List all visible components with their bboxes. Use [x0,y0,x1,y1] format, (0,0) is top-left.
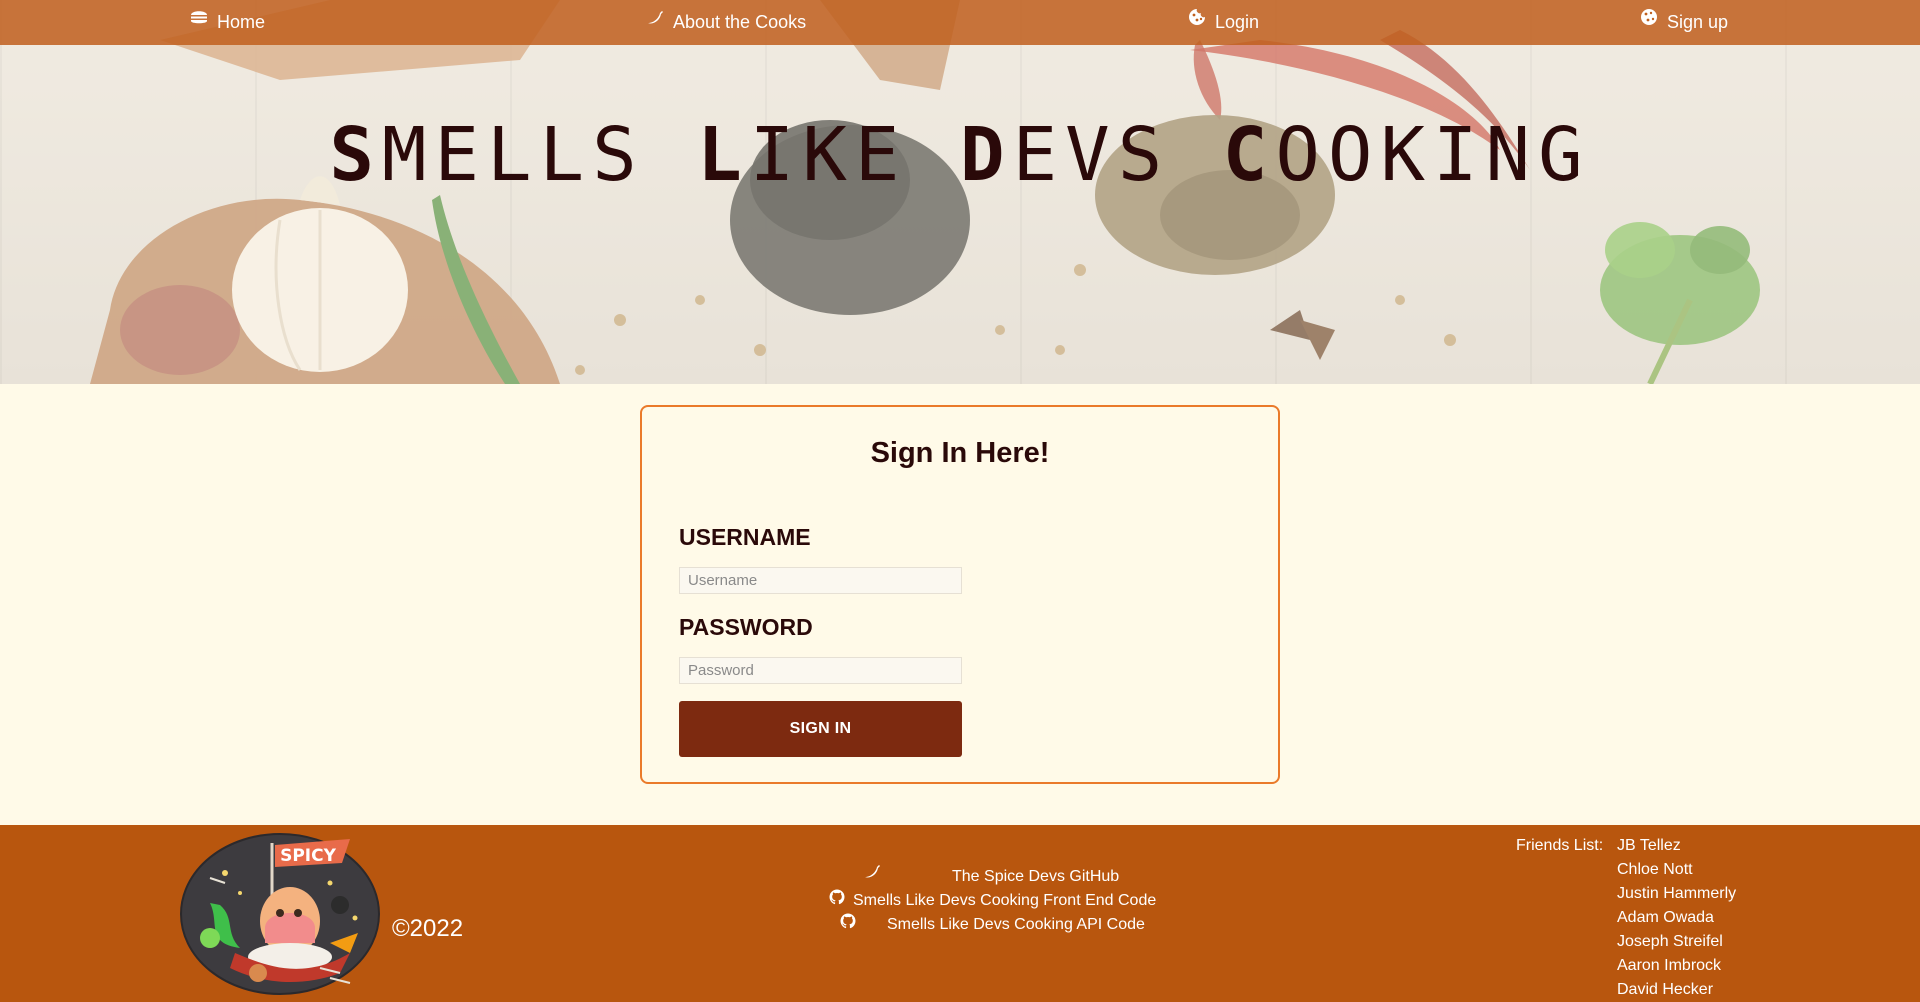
site-footer: SPICY ©2022 The Spice Devs GitHub Smells… [0,825,1920,1002]
title-initial: S [329,112,382,198]
password-input[interactable] [679,657,962,684]
username-input[interactable] [679,567,962,594]
github-icon [829,889,845,905]
friend-item[interactable]: Chloe Nott [1617,861,1736,885]
title-word: EVS [1012,112,1223,198]
copyright-text: ©2022 [392,915,464,942]
nav-login-label: Login [1215,12,1260,32]
nav-about-label: About the Cooks [673,12,807,32]
friend-item[interactable]: David Hecker [1617,981,1736,1002]
svg-text:SPICY: SPICY [280,846,337,866]
spicy-logo: SPICY [180,833,380,995]
username-label: USERNAME [679,524,811,550]
site-title: SMELLS LIKE DEVS COOKING [0,112,1920,198]
title-word: OOKING [1275,112,1591,198]
title-initial: D [960,112,1013,198]
signin-heading: Sign In Here! [870,437,1050,469]
github-icon [840,913,856,929]
cookie-icon [1189,8,1205,25]
spice-devs-github-link[interactable]: The Spice Devs GitHub [952,868,1119,886]
friend-item[interactable]: Adam Owada [1617,909,1736,933]
signin-form: Sign In Here! USERNAME PASSWORD SIGN IN [640,405,1280,784]
burger-icon [191,10,207,23]
front-end-code-link[interactable]: Smells Like Devs Cooking Front End Code [853,892,1156,910]
nav-about-cooks[interactable]: About the Cooks [646,0,806,45]
title-initial: C [1222,112,1276,198]
nav-login[interactable]: Login [1188,0,1259,45]
friends-list-label: Friends List: [1516,837,1604,854]
friend-item[interactable]: Justin Hammerly [1617,885,1736,909]
friends-list: JB Tellez Chloe Nott Justin Hammerly Ada… [1617,837,1736,1002]
title-word: IKE [749,112,960,198]
friend-item[interactable]: Aaron Imbrock [1617,957,1736,981]
top-nav: Home About the Cooks Login Sign up [0,0,1920,45]
sign-in-button[interactable]: SIGN IN [679,701,962,757]
title-initial: L [697,112,750,198]
api-code-link[interactable]: Smells Like Devs Cooking API Code [887,916,1145,934]
nav-home-label: Home [217,12,266,32]
nav-sign-up[interactable]: Sign up [1640,0,1728,45]
nav-home[interactable]: Home [190,0,265,45]
title-word: MELLS [381,112,698,198]
friend-item[interactable]: JB Tellez [1617,837,1736,861]
friend-item[interactable]: Joseph Streifel [1617,933,1736,957]
nav-signup-label: Sign up [1667,12,1729,32]
logo-text: SPICY [280,846,337,866]
password-label: PASSWORD [679,614,813,640]
chili-icon [865,865,880,878]
cookie-icon [1641,8,1657,25]
chili-icon [648,10,663,23]
